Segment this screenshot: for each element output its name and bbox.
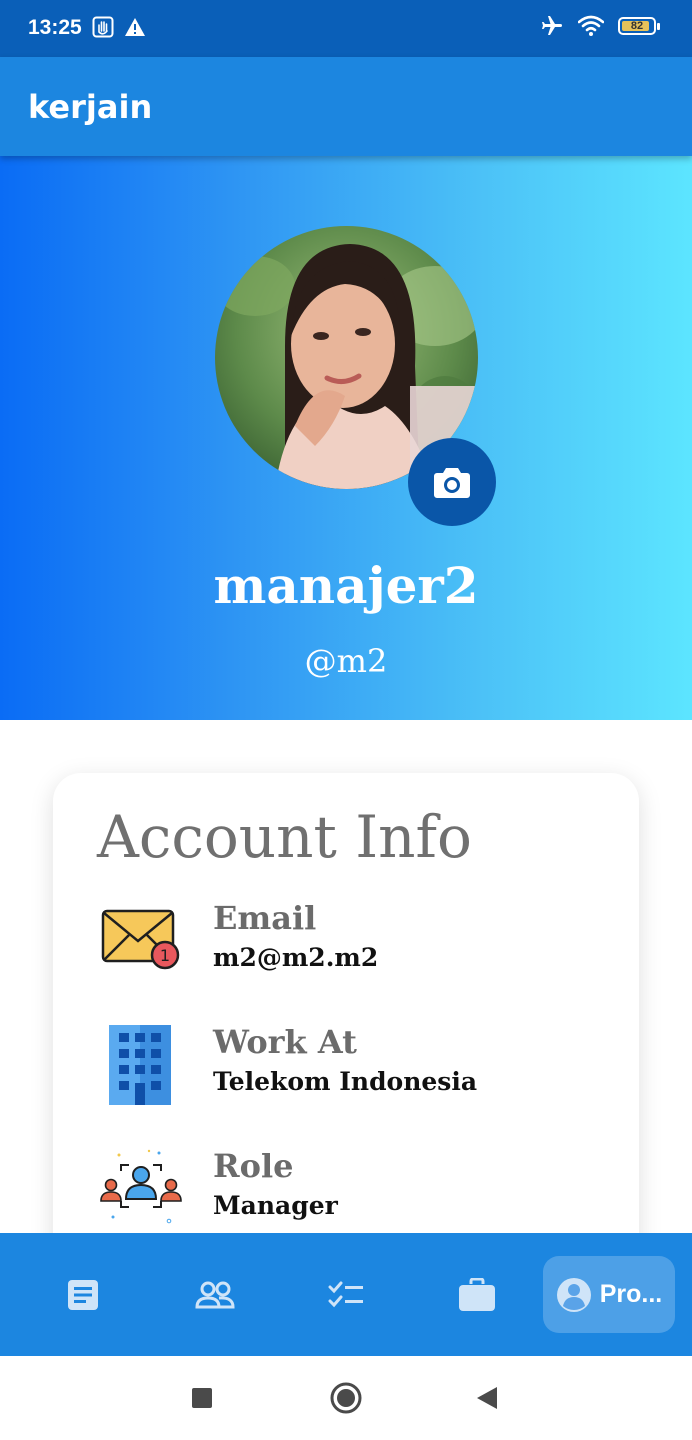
profile-icon (556, 1277, 591, 1312)
status-left-icons (92, 16, 146, 38)
airplane-icon (542, 16, 562, 35)
account-info-title: Account Info (97, 803, 472, 871)
info-label-work: Work At (213, 1023, 357, 1061)
status-bar: 13:25 82 (0, 0, 692, 57)
app-bar: kerjain (0, 57, 692, 156)
info-label-role: Role (213, 1147, 294, 1185)
app-title: kerjain (28, 88, 153, 126)
team-icon (100, 1149, 182, 1224)
warning-icon (125, 18, 145, 36)
wifi-icon (578, 15, 604, 36)
nav-item-checklist[interactable] (306, 1233, 386, 1356)
people-icon (195, 1281, 235, 1308)
display-name: manajer2 (213, 556, 479, 615)
profile-header: manajer2 @m2 (0, 156, 692, 720)
nav-item-profile[interactable]: Pro... (543, 1256, 675, 1333)
status-time: 13:25 (28, 16, 82, 39)
info-value-email: m2@m2.m2 (213, 943, 379, 972)
nav-label-profile: Pro... (599, 1280, 663, 1308)
nav-item-tasks[interactable] (43, 1233, 123, 1356)
battery-level: 82 (630, 20, 644, 32)
document-icon (68, 1279, 98, 1310)
envelope-icon: 1 (101, 909, 180, 970)
info-value-work: Telekom Indonesia (213, 1067, 478, 1096)
info-value-role: Manager (213, 1191, 338, 1220)
nav-item-work[interactable] (437, 1233, 517, 1356)
bottom-nav: Pro... (0, 1233, 692, 1356)
info-label-email: Email (213, 899, 317, 937)
info-row-email: 1 Email m2@m2.m2 (99, 899, 599, 999)
battery-icon: 82 (618, 17, 660, 35)
building-icon (109, 1025, 171, 1105)
briefcase-icon (459, 1277, 495, 1311)
home-button[interactable] (330, 1382, 362, 1414)
info-row-role: Role Manager (99, 1147, 599, 1247)
username: @m2 (304, 642, 388, 680)
change-photo-button[interactable] (408, 438, 496, 526)
email-badge: 1 (160, 946, 170, 965)
status-right-icons: 82 (540, 14, 660, 38)
recents-button[interactable] (191, 1387, 213, 1409)
checklist-icon (328, 1281, 363, 1307)
hand-icon (92, 16, 114, 38)
system-nav-bar (0, 1356, 692, 1440)
info-row-work: Work At Telekom Indonesia (99, 1023, 599, 1123)
back-button[interactable] (476, 1386, 498, 1410)
camera-icon (434, 468, 470, 498)
nav-item-team[interactable] (175, 1233, 255, 1356)
